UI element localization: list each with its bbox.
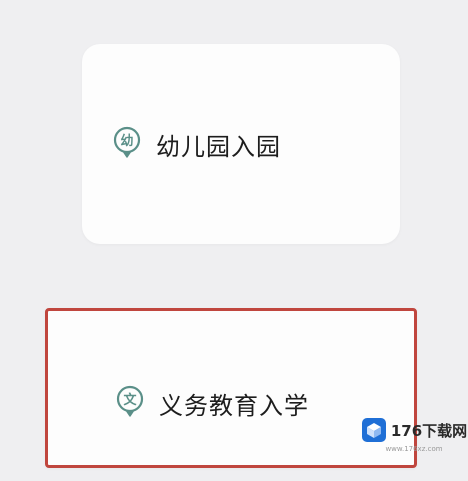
compulsory-education-enrollment-label: 义务教育入学	[159, 391, 309, 420]
compulsory-icon-glyph: 文	[123, 392, 137, 408]
kindergarten-enrollment-label: 幼儿园入园	[156, 132, 281, 161]
compulsory-education-enrollment-card[interactable]: 文 义务教育入学	[45, 308, 417, 468]
compulsory-card-content: 文 义务教育入学	[115, 385, 309, 421]
watermark-brand-text: 176下载网	[390, 421, 468, 440]
kindergarten-pin-icon: 幼	[112, 126, 142, 162]
site-watermark: 176下载网 www.176xz.com	[361, 417, 467, 469]
watermark-logo-icon	[361, 418, 386, 442]
watermark-brand-row: 176下载网	[361, 417, 467, 443]
kindergarten-enrollment-card[interactable]: 幼 幼儿园入园	[82, 44, 400, 244]
watermark-url: www.176xz.com	[385, 445, 443, 453]
kindergarten-card-content: 幼 幼儿园入园	[112, 126, 281, 162]
kindergarten-icon-glyph: 幼	[120, 133, 133, 149]
compulsory-education-pin-icon: 文	[115, 385, 145, 421]
